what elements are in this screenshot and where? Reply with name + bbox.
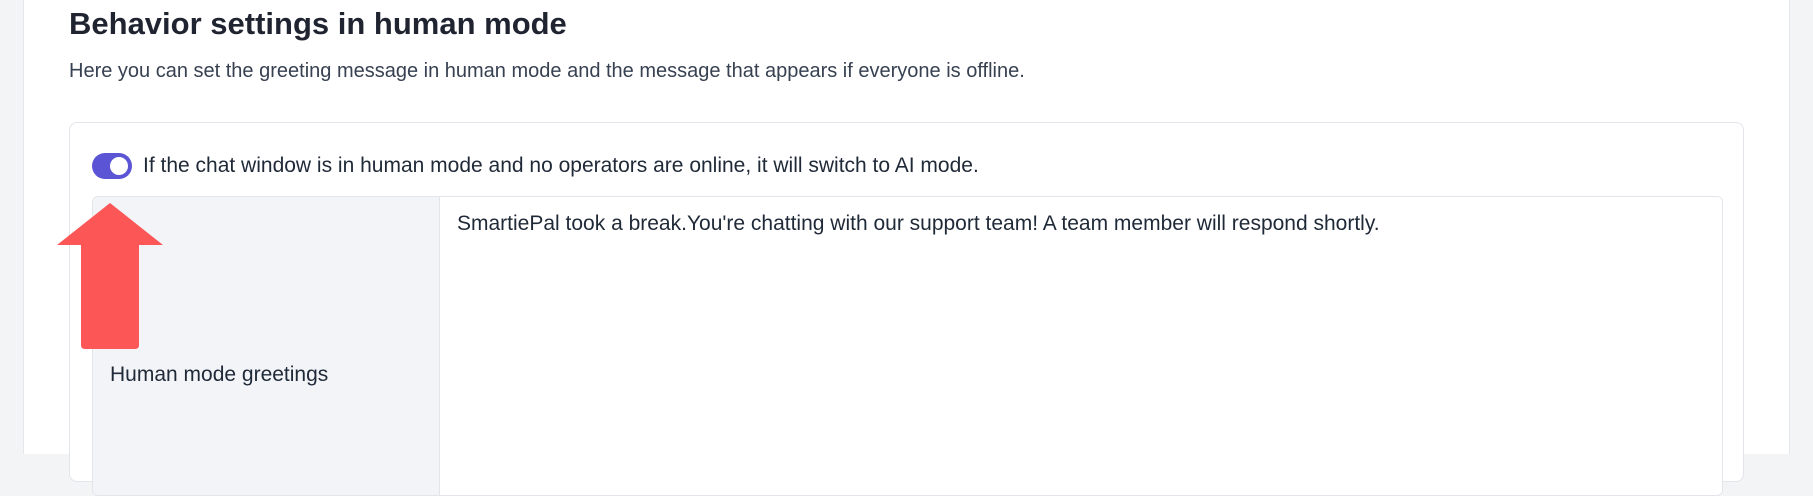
page-title: Behavior settings in human mode <box>69 6 567 41</box>
toggle-knob <box>110 157 128 175</box>
settings-panel: Behavior settings in human mode Here you… <box>23 0 1790 496</box>
up-arrow-annotation-icon <box>57 203 163 349</box>
greetings-textarea[interactable]: SmartiePal took a break.You're chatting … <box>440 197 1722 495</box>
greetings-label: Human mode greetings <box>110 363 329 386</box>
ai-fallback-toggle-label: If the chat window is in human mode and … <box>143 154 979 177</box>
greetings-value: SmartiePal took a break.You're chatting … <box>457 212 1380 235</box>
ai-fallback-toggle[interactable] <box>92 153 132 179</box>
behavior-settings-card: If the chat window is in human mode and … <box>69 122 1744 496</box>
page-description: Here you can set the greeting message in… <box>69 60 1025 82</box>
greetings-table: Human mode greetings SmartiePal took a b… <box>92 196 1723 496</box>
